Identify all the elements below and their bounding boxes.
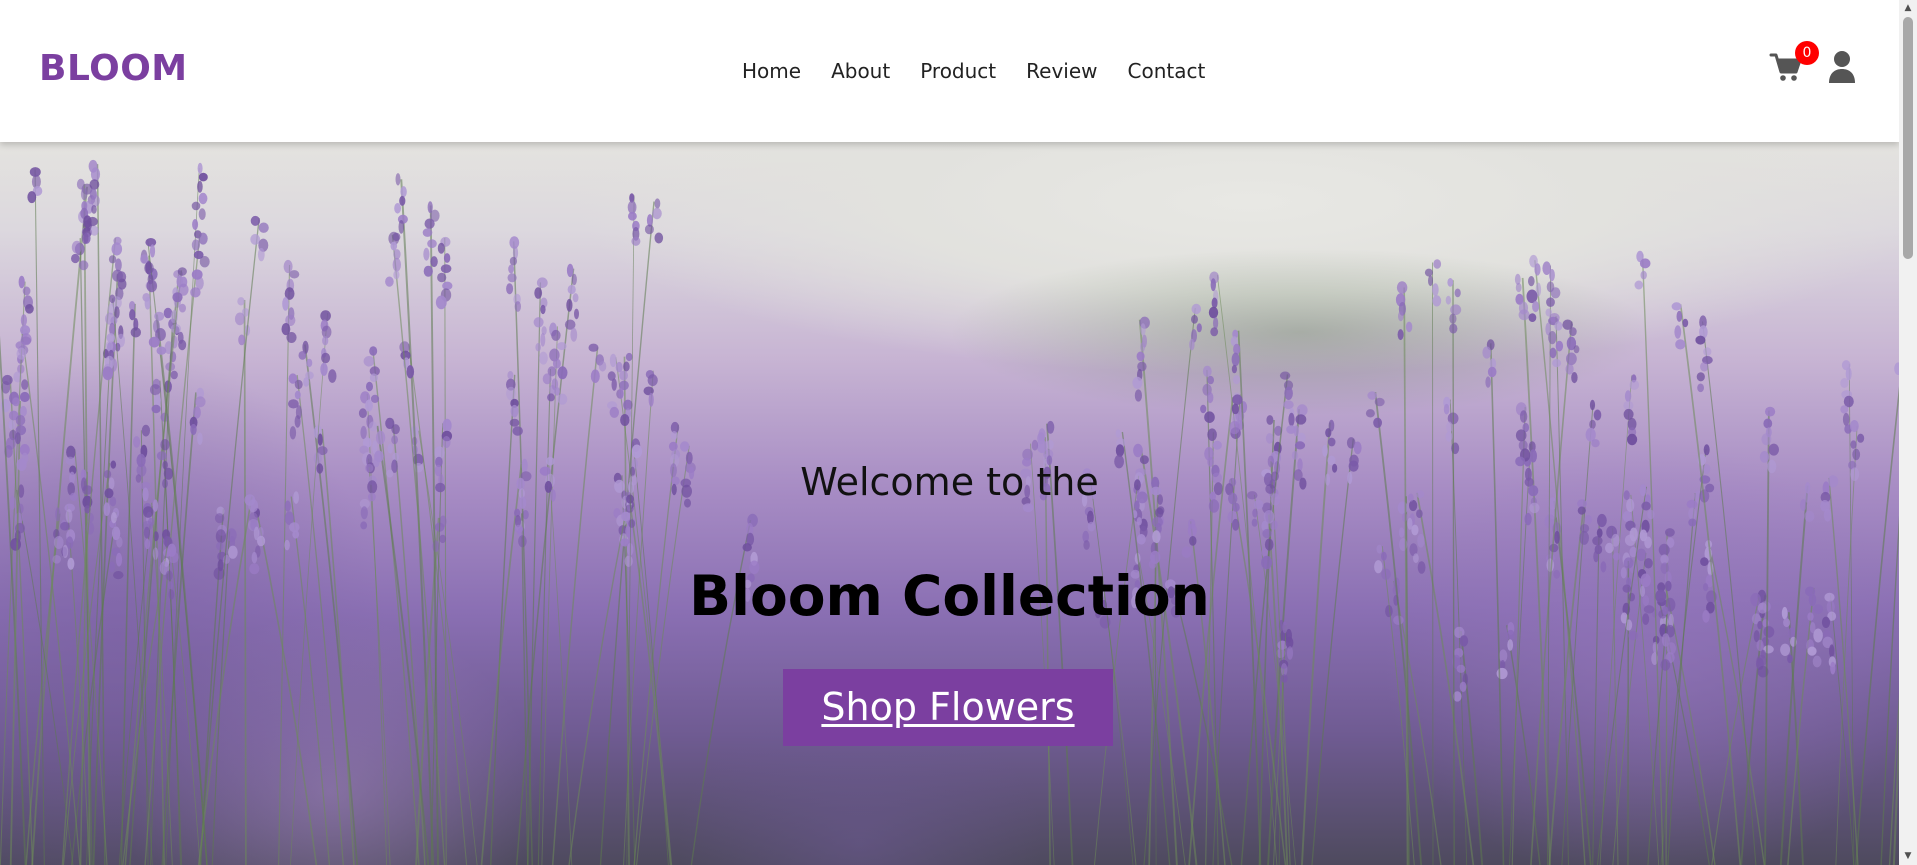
site-header: BLOOM Home About Product Review Contact … — [0, 0, 1899, 142]
user-glyph — [1829, 51, 1855, 83]
shopping-cart-icon[interactable]: 0 — [1769, 41, 1819, 84]
user-icon[interactable] — [1827, 50, 1857, 84]
main-nav: Home About Product Review Contact — [742, 58, 1235, 84]
hero-title: Bloom Collection — [689, 564, 1210, 628]
vertical-scrollbar[interactable]: ▲ ▼ — [1899, 0, 1917, 865]
nav-link-review[interactable]: Review — [1026, 58, 1097, 84]
scroll-up-arrow-icon[interactable]: ▲ — [1899, 0, 1917, 17]
nav-link-home[interactable]: Home — [742, 58, 801, 84]
nav-link-contact[interactable]: Contact — [1128, 58, 1206, 84]
logo-link[interactable]: BLOOM — [39, 48, 188, 89]
scrollbar-thumb[interactable] — [1903, 17, 1913, 259]
nav-link-product[interactable]: Product — [920, 58, 996, 84]
hero-welcome-text: Welcome to the — [800, 460, 1099, 504]
cart-count-badge: 0 — [1795, 41, 1819, 65]
nav-link-about[interactable]: About — [831, 58, 890, 84]
shop-flowers-button[interactable]: Shop Flowers — [783, 669, 1113, 746]
page: BLOOM Home About Product Review Contact … — [0, 0, 1917, 865]
hero-content: Welcome to the Bloom Collection Shop Flo… — [0, 142, 1899, 865]
header-icons: 0 — [1769, 41, 1857, 84]
scroll-down-arrow-icon[interactable]: ▼ — [1899, 848, 1917, 865]
hero-banner: Welcome to the Bloom Collection Shop Flo… — [0, 142, 1899, 865]
